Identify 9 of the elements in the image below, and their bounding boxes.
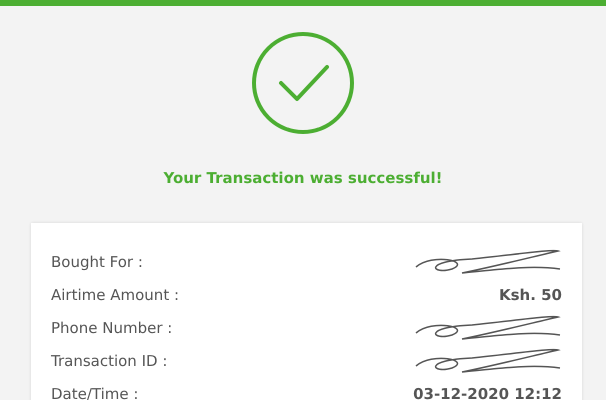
- detail-value: Ksh. 50: [498, 286, 562, 304]
- detail-label: Transaction ID :: [51, 352, 168, 370]
- detail-label: Airtime Amount :: [51, 286, 180, 304]
- detail-value: 03-12-2020 12:12: [413, 384, 562, 400]
- success-message: Your Transaction was successful!: [163, 169, 443, 187]
- detail-label: Bought For :: [51, 252, 143, 270]
- check-circle-icon: [251, 31, 355, 135]
- detail-label: Date/Time :: [51, 384, 138, 400]
- detail-label: Phone Number :: [51, 318, 172, 336]
